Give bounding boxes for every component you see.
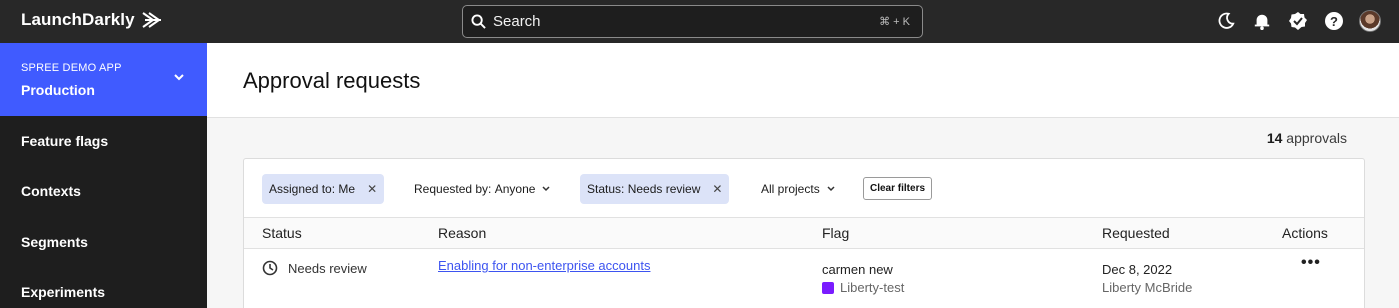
environment-name: Production <box>21 82 95 98</box>
reason-link[interactable]: Enabling for non-enterprise accounts <box>438 258 650 273</box>
filter-assigned-value: Me <box>338 182 356 196</box>
project-color-swatch <box>822 281 834 294</box>
approvals-count: 14 approvals <box>1267 130 1347 146</box>
sidebar-item-contexts[interactable]: Contexts <box>21 183 81 199</box>
search-shortcut: ⌘ + K <box>879 16 910 28</box>
main-content: 14 approvals Assigned to: Me ✕ Requested… <box>207 118 1399 308</box>
project-name: SPREE DEMO APP <box>21 62 122 74</box>
flag-project: Liberty-test <box>822 280 904 295</box>
flag-project-name: Liberty-test <box>840 280 905 295</box>
close-icon[interactable]: ✕ <box>367 182 377 196</box>
column-header-requested: Requested <box>1102 225 1170 241</box>
sidebar: SPREE DEMO APP Production Feature flags … <box>0 43 207 308</box>
search-icon <box>471 14 486 29</box>
flag-name: carmen new <box>822 262 893 277</box>
chevron-down-icon <box>827 186 835 192</box>
filter-requested-value: Anyone <box>494 182 536 196</box>
column-header-actions: Actions <box>1282 225 1328 241</box>
clear-filters-button[interactable]: Clear filters <box>863 177 933 200</box>
project-environment-switcher[interactable]: SPREE DEMO APP Production <box>0 43 207 116</box>
help-icon[interactable]: ? <box>1323 10 1345 32</box>
column-header-reason: Reason <box>438 225 487 241</box>
avatar[interactable] <box>1359 10 1381 32</box>
approvals-count-label: approvals <box>1286 130 1347 146</box>
page-title: Approval requests <box>243 68 421 93</box>
sidebar-item-experiments[interactable]: Experiments <box>21 284 105 300</box>
status-cell: Needs review <box>262 260 367 276</box>
filter-status-value: Needs review <box>627 182 701 196</box>
filter-bar: Assigned to: Me ✕ Requested by: Anyone S… <box>244 159 1364 218</box>
filter-requested-label: Requested by: <box>414 182 492 196</box>
filter-assigned-label: Assigned to: <box>269 182 336 196</box>
sidebar-item-segments[interactable]: Segments <box>21 234 88 250</box>
requested-date: Dec 8, 2022 <box>1102 262 1173 277</box>
sidebar-item-feature-flags[interactable]: Feature flags <box>21 133 108 149</box>
approvals-count-value: 14 <box>1266 130 1283 146</box>
launchdarkly-logo[interactable]: LaunchDarkly <box>21 10 163 30</box>
requested-by: Liberty McBride <box>1102 280 1193 295</box>
chevron-down-icon <box>174 74 184 81</box>
table-row: Needs review Enabling for non-enterprise… <box>244 250 1364 308</box>
filter-status-label: Status: <box>587 182 625 196</box>
svg-text:?: ? <box>1330 14 1338 29</box>
filter-projects[interactable]: All projects <box>754 174 843 204</box>
clock-icon <box>262 260 278 276</box>
column-header-flag: Flag <box>822 225 850 241</box>
verified-badge-icon[interactable] <box>1287 10 1309 32</box>
search-placeholder: Search <box>493 13 541 30</box>
page-header: Approval requests <box>207 43 1399 118</box>
status-text: Needs review <box>288 260 367 276</box>
column-header-status: Status <box>262 225 302 241</box>
moon-icon[interactable] <box>1215 10 1237 32</box>
search-input[interactable]: Search ⌘ + K <box>462 5 923 38</box>
close-icon[interactable]: ✕ <box>712 182 722 196</box>
filter-assigned-to[interactable]: Assigned to: Me ✕ <box>262 174 385 204</box>
filter-status[interactable]: Status: Needs review ✕ <box>580 174 730 204</box>
launchdarkly-arrow-icon <box>142 12 161 28</box>
more-actions-button[interactable]: ••• <box>1301 254 1321 272</box>
bell-icon[interactable] <box>1251 10 1273 32</box>
approvals-panel: Assigned to: Me ✕ Requested by: Anyone S… <box>243 158 1365 308</box>
filter-projects-label: All projects <box>761 182 820 196</box>
brand-name: LaunchDarkly <box>21 10 135 29</box>
top-bar: LaunchDarkly Search ⌘ + K ? <box>0 0 1399 43</box>
filter-requested-by[interactable]: Requested by: Anyone <box>407 174 558 204</box>
table-header: Status Reason Flag Requested Actions <box>244 218 1364 249</box>
chevron-down-icon <box>542 186 550 192</box>
top-icons: ? <box>1215 10 1381 32</box>
